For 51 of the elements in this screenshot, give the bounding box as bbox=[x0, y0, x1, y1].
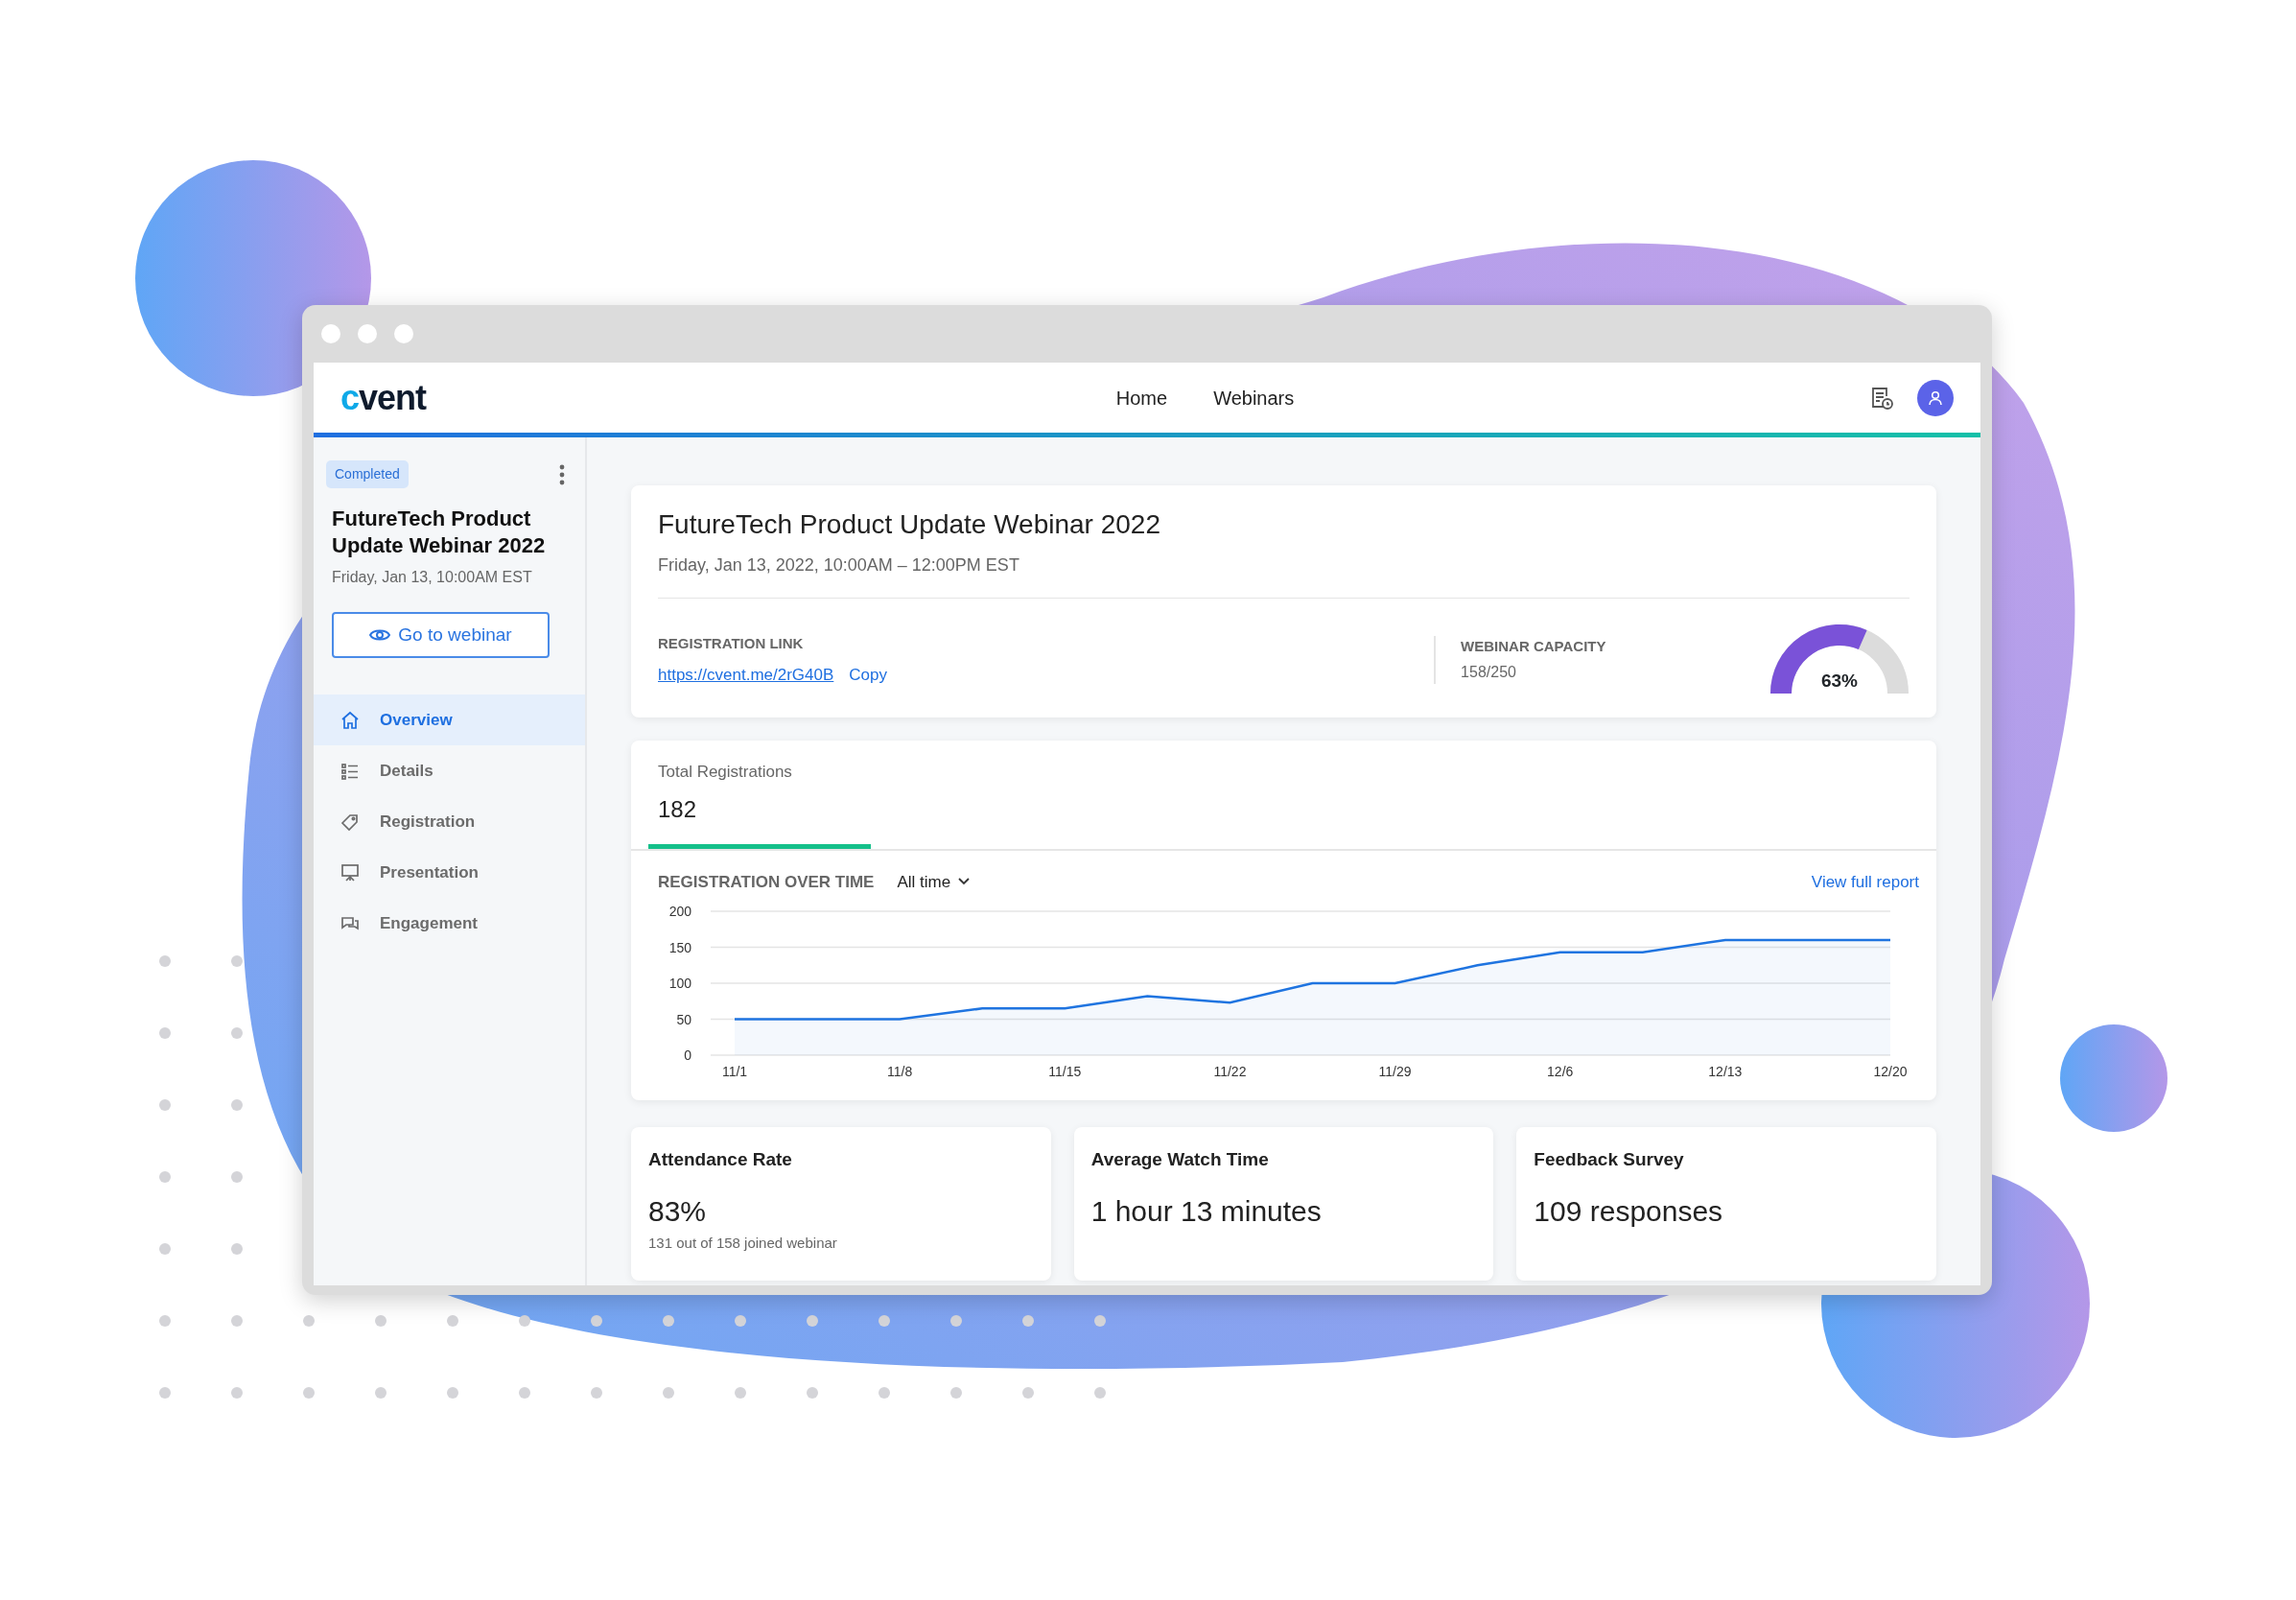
home-icon bbox=[340, 709, 361, 731]
registration-link[interactable]: https://cvent.me/2rG40B bbox=[658, 662, 834, 687]
copy-link[interactable]: Copy bbox=[849, 662, 887, 687]
metric-value: 109 responses bbox=[1534, 1193, 1724, 1229]
webinar-date: Friday, Jan 13, 10:00AM EST bbox=[332, 568, 533, 587]
webinar-capacity-label: WEBINAR CAPACITY bbox=[1461, 636, 1607, 656]
more-icon[interactable] bbox=[558, 463, 566, 485]
nav-link[interactable]: Webinars bbox=[1213, 383, 1295, 412]
calendar-list-icon[interactable] bbox=[1869, 385, 1894, 411]
axis-label: 50 bbox=[676, 1011, 691, 1027]
axis-label: 150 bbox=[668, 939, 691, 955]
presentation-board-icon bbox=[340, 861, 361, 883]
avatar[interactable] bbox=[1917, 379, 1954, 416]
status-tag: Completed bbox=[326, 460, 409, 488]
go-to-webinar-button[interactable]: Go to webinar bbox=[332, 612, 550, 658]
chevron-down-icon bbox=[958, 878, 971, 886]
metric-title: Average Watch Time bbox=[1090, 1148, 1270, 1171]
registration-link-label: REGISTRATION LINK bbox=[658, 634, 805, 653]
axis-label: 12/13 bbox=[1708, 1064, 1743, 1079]
time-range-dropdown[interactable]: All time bbox=[897, 869, 971, 894]
registrations-tab[interactable]: Total Registrations 182 bbox=[648, 760, 871, 849]
webinar-title: FutureTech Product Update Webinar 2022 bbox=[332, 506, 547, 558]
axis-label: 200 bbox=[668, 904, 691, 919]
sidebar-item[interactable]: Engagement bbox=[314, 898, 585, 949]
logo[interactable]: cvent bbox=[340, 380, 427, 415]
axis-label: 11/1 bbox=[721, 1064, 748, 1079]
axis-label: 0 bbox=[684, 1047, 691, 1063]
axis-label: 11/8 bbox=[887, 1064, 913, 1079]
event-title: FutureTech Product Update Webinar 2022 bbox=[658, 508, 1161, 541]
axis-label: 100 bbox=[668, 976, 691, 991]
metric-title: Attendance Rate bbox=[648, 1148, 793, 1171]
chart-title: REGISTRATION OVER TIME bbox=[658, 871, 875, 893]
sidebar-item[interactable]: Overview bbox=[314, 694, 585, 745]
capacity-count: 158/250 bbox=[1461, 663, 1517, 683]
event-date: Friday, Jan 13, 2022, 10:00AM – 12:00PM EST bbox=[658, 554, 1020, 576]
sidebar-item[interactable]: Registration bbox=[314, 796, 585, 847]
view-report-link[interactable]: View full report bbox=[1811, 869, 1919, 894]
nav-link[interactable]: Home bbox=[1115, 383, 1168, 412]
axis-label: 12/20 bbox=[1873, 1064, 1908, 1079]
axis-label: 11/15 bbox=[1048, 1064, 1082, 1079]
metric-value: 83% bbox=[648, 1193, 708, 1229]
axis-label: 12/6 bbox=[1547, 1064, 1574, 1079]
axis-label: 11/22 bbox=[1213, 1064, 1247, 1079]
axis-label: 11/29 bbox=[1378, 1064, 1412, 1079]
sidebar-item[interactable]: Details bbox=[314, 745, 585, 796]
metric-value: 1 hour 13 minutes bbox=[1090, 1193, 1323, 1229]
eye-icon bbox=[369, 627, 391, 643]
metric-title: Feedback Survey bbox=[1534, 1148, 1685, 1171]
metric-note: 131 out of 158 joined webinar bbox=[648, 1233, 838, 1253]
capacity-percent: 63% bbox=[1821, 669, 1858, 693]
sidebar-item[interactable]: Presentation bbox=[314, 847, 585, 898]
